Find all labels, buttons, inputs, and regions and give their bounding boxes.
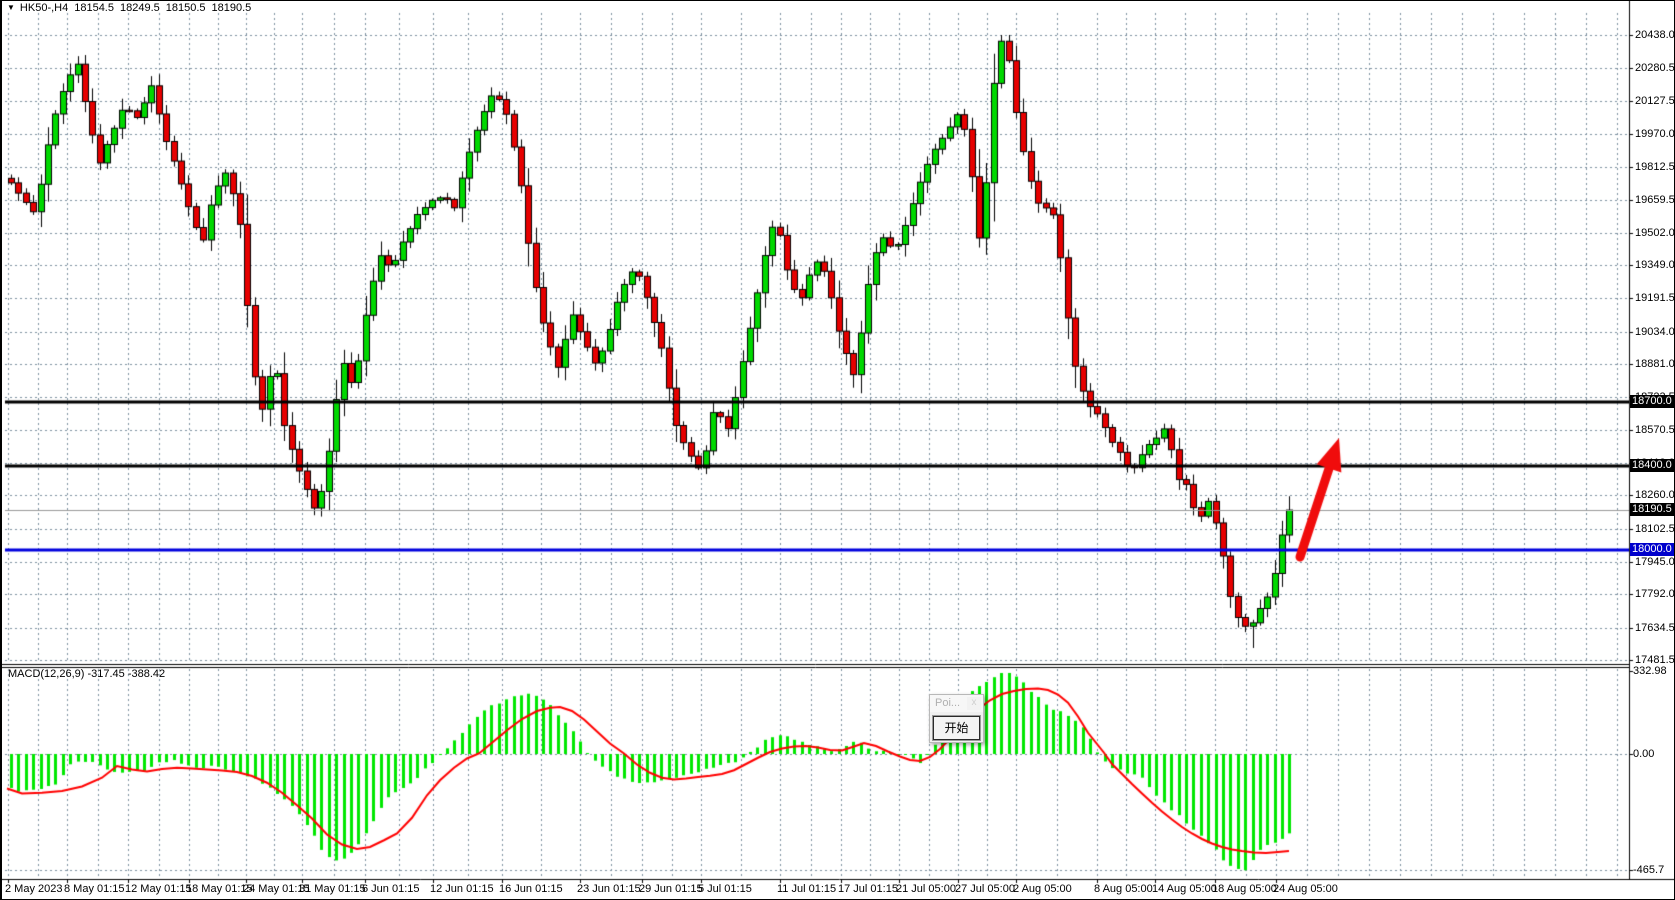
time-tick-label: 18 Aug 05:00 — [1212, 883, 1277, 895]
chevron-down-icon: ▼ — [7, 3, 15, 12]
time-tick-label: 31 May 01:15 — [299, 883, 366, 895]
time-tick-label: 14 Aug 05:00 — [1152, 883, 1217, 895]
price-tick-label: 20280.5 — [1635, 62, 1675, 74]
quote-low: 18150.5 — [166, 2, 206, 14]
popup-title: Poi... — [935, 697, 960, 709]
price-tick-label: 19659.5 — [1635, 194, 1675, 206]
price-tick-label: 18260.0 — [1635, 489, 1675, 501]
price-tick-label: 18881.0 — [1635, 358, 1675, 370]
start-button[interactable]: 开始 — [933, 716, 980, 740]
price-tick-label: 17945.0 — [1635, 556, 1675, 568]
macd-scale-min: -465.7 — [1633, 864, 1664, 876]
chart-info-line: ▼ HK50-,H4 18154.5 18249.5 18150.5 18190.5 — [7, 2, 251, 14]
time-tick-label: 11 Jul 01:15 — [777, 883, 836, 895]
price-tick-label: 19502.0 — [1635, 227, 1675, 239]
mt4-chart-window: ▼ HK50-,H4 18154.5 18249.5 18150.5 18190.5 20… — [0, 0, 1675, 900]
axis-price-badge: 18190.5 — [1630, 503, 1675, 516]
chart-canvas[interactable] — [2, 1, 1675, 900]
axis-price-badge: 18400.0 — [1630, 459, 1675, 472]
price-tick-label: 18102.5 — [1635, 523, 1675, 535]
price-tick-label: 20127.5 — [1635, 95, 1675, 107]
price-tick-label: 19349.0 — [1635, 259, 1675, 271]
time-tick-label: 2 May 2023 — [5, 883, 62, 895]
quote-high: 18249.5 — [120, 2, 160, 14]
time-tick-label: 8 Aug 05:00 — [1094, 883, 1153, 895]
price-tick-label: 17792.0 — [1635, 588, 1675, 600]
symbol-period-label: HK50-,H4 — [20, 2, 68, 14]
price-tick-label: 19812.5 — [1635, 161, 1675, 173]
axis-price-badge: 18000.0 — [1630, 543, 1675, 556]
price-tick-label: 17634.5 — [1635, 622, 1675, 634]
time-tick-label: 2 Aug 05:00 — [1013, 883, 1072, 895]
time-tick-label: 12 May 01:15 — [125, 883, 192, 895]
price-tick-label: 19191.5 — [1635, 292, 1675, 304]
time-tick-label: 21 Jul 05:00 — [896, 883, 956, 895]
time-tick-label: 8 May 01:15 — [64, 883, 125, 895]
time-tick-label: 5 Jul 01:15 — [698, 883, 752, 895]
quote-close: 18190.5 — [212, 2, 252, 14]
price-tick-label: 19034.0 — [1635, 326, 1675, 338]
time-tick-label: 23 Jun 01:15 — [577, 883, 641, 895]
price-tick-label: 18570.5 — [1635, 424, 1675, 436]
time-tick-label: 17 Jul 01:15 — [838, 883, 898, 895]
price-tick-label: 20438.0 — [1635, 29, 1675, 41]
time-tick-label: 12 Jun 01:15 — [430, 883, 494, 895]
close-icon[interactable]: x — [967, 697, 981, 710]
time-tick-label: 24 Aug 05:00 — [1273, 883, 1338, 895]
time-tick-label: 16 Jun 01:15 — [499, 883, 563, 895]
time-tick-label: 6 Jun 01:15 — [362, 883, 420, 895]
macd-indicator-label: MACD(12,26,9) -317.45 -388.42 — [8, 668, 165, 680]
time-tick-label: 27 Jul 05:00 — [955, 883, 1015, 895]
macd-scale-max: 332.98 — [1633, 665, 1667, 677]
price-tick-label: 19970.0 — [1635, 128, 1675, 140]
popup-titlebar[interactable]: Poi... x — [930, 695, 983, 712]
axis-price-badge: 18700.0 — [1630, 395, 1675, 408]
script-popup-window[interactable]: Poi... x 开始 — [929, 694, 984, 743]
time-tick-label: 29 Jun 01:15 — [639, 883, 703, 895]
macd-scale-zero: 0.00 — [1633, 748, 1654, 760]
quote-open: 18154.5 — [74, 2, 114, 14]
